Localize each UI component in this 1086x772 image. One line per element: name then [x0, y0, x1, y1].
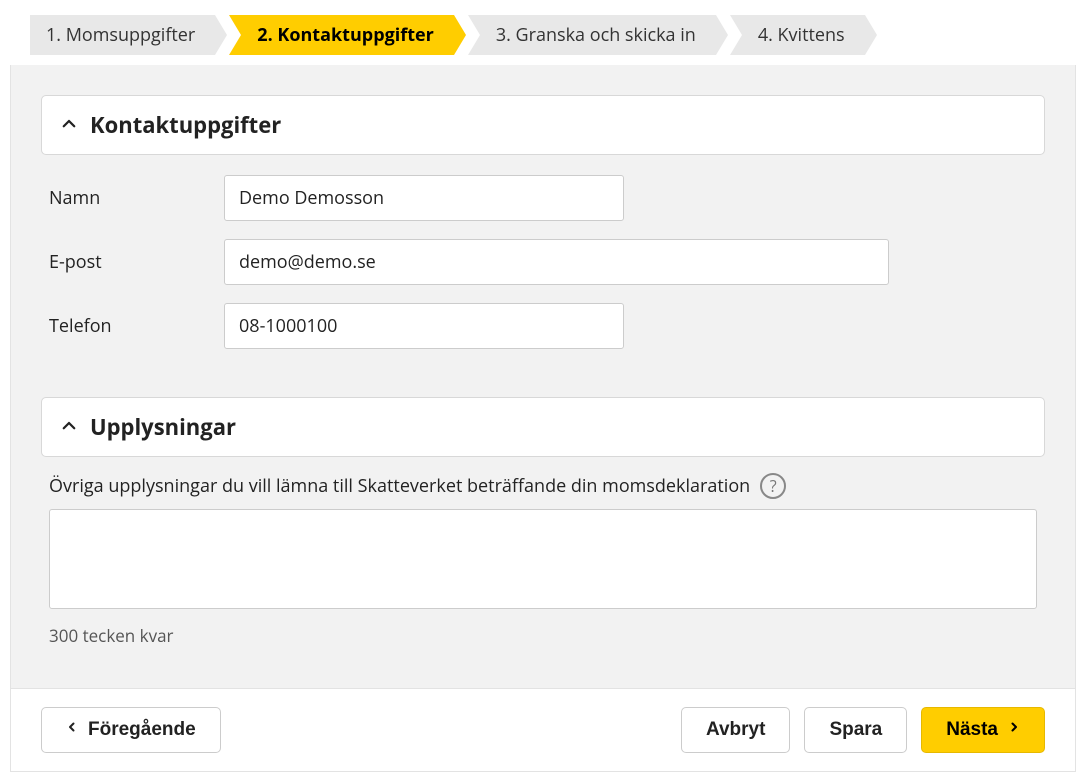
help-icon[interactable]: ? — [760, 473, 786, 499]
phone-label: Telefon — [49, 314, 224, 338]
char-count: 300 tecken kvar — [41, 614, 1045, 647]
name-label: Namn — [49, 186, 224, 210]
phone-input[interactable] — [224, 303, 624, 349]
form-row-email: E-post — [49, 239, 1037, 285]
footer-right: Avbryt Spara Nästa — [681, 707, 1045, 753]
accordion-title: Kontaktuppgifter — [90, 110, 281, 140]
info-label-row: Övriga upplysningar du vill lämna till S… — [41, 457, 1045, 509]
save-button[interactable]: Spara — [804, 707, 907, 753]
accordion-title: Upplysningar — [90, 412, 236, 442]
contact-form: Namn E-post Telefon — [41, 155, 1045, 397]
main-panel: Kontaktuppgifter Namn E-post Telefon — [10, 65, 1076, 772]
step-kontaktuppgifter[interactable]: 2. Kontaktuppgifter — [229, 15, 454, 55]
accordion-contact[interactable]: Kontaktuppgifter — [41, 95, 1045, 155]
accordion-info[interactable]: Upplysningar — [41, 397, 1045, 457]
next-label: Nästa — [946, 719, 998, 741]
form-row-name: Namn — [49, 175, 1037, 221]
info-textarea[interactable] — [49, 509, 1037, 609]
cancel-label: Avbryt — [706, 719, 765, 741]
info-label: Övriga upplysningar du vill lämna till S… — [49, 474, 750, 498]
step-nav: 1. Momsuppgifter 2. Kontaktuppgifter 3. … — [0, 0, 1086, 65]
cancel-button[interactable]: Avbryt — [681, 707, 790, 753]
step-label: 3. Granska och skicka in — [496, 23, 696, 47]
form-row-phone: Telefon — [49, 303, 1037, 349]
chevron-left-icon — [66, 719, 78, 741]
email-input[interactable] — [224, 239, 889, 285]
step-granska[interactable]: 3. Granska och skicka in — [468, 15, 716, 55]
step-kvittens[interactable]: 4. Kvittens — [730, 15, 865, 55]
prev-label: Föregående — [88, 719, 196, 741]
footer: Föregående Avbryt Spara Nästa — [11, 688, 1075, 771]
chevron-right-icon — [1008, 719, 1020, 741]
prev-button[interactable]: Föregående — [41, 707, 221, 753]
content-area: Kontaktuppgifter Namn E-post Telefon — [11, 65, 1075, 688]
chevron-up-icon — [60, 110, 78, 140]
save-label: Spara — [829, 719, 882, 741]
name-input[interactable] — [224, 175, 624, 221]
step-label: 1. Momsuppgifter — [46, 23, 195, 47]
step-momsuppgifter[interactable]: 1. Momsuppgifter — [30, 15, 215, 55]
step-label: 2. Kontaktuppgifter — [257, 23, 434, 47]
step-label: 4. Kvittens — [758, 23, 845, 47]
chevron-up-icon — [60, 412, 78, 442]
email-label: E-post — [49, 250, 224, 274]
next-button[interactable]: Nästa — [921, 707, 1045, 753]
